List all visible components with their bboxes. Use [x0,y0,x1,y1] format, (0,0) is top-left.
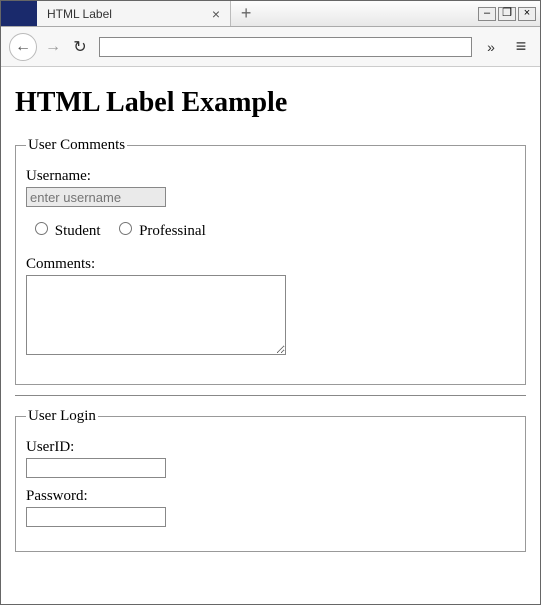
page-heading: HTML Label Example [15,87,526,119]
comments-label: Comments: [26,256,515,273]
comments-textarea[interactable] [26,275,286,355]
title-bar: HTML Label × + – ❐ × [1,1,540,27]
user-login-fieldset: User Login UserID: Password: [15,408,526,552]
reload-button[interactable]: ↻ [69,36,91,58]
user-comments-legend: User Comments [26,137,127,154]
professional-radio-label[interactable]: Professinal [139,223,206,239]
password-label: Password: [26,488,515,505]
browser-toolbar: ← → ↻ » ≡ [1,27,540,67]
user-comments-fieldset: User Comments Username: Student Professi… [15,137,526,385]
tab-title: HTML Label [47,7,112,21]
close-window-button[interactable]: × [518,7,536,21]
url-bar[interactable] [99,37,472,57]
maximize-button[interactable]: ❐ [498,7,516,21]
divider [15,395,526,396]
userid-label: UserID: [26,439,515,456]
user-login-legend: User Login [26,408,98,425]
titlebar-accent [1,1,37,26]
professional-radio[interactable] [119,222,132,235]
menu-button[interactable]: ≡ [510,36,532,57]
browser-tab[interactable]: HTML Label × [37,1,231,26]
username-input[interactable] [26,187,166,207]
username-label: Username: [26,168,515,185]
page-content: HTML Label Example User Comments Usernam… [1,67,540,572]
student-radio-label[interactable]: Student [55,223,101,239]
tab-close-icon[interactable]: × [212,6,220,22]
password-input[interactable] [26,507,166,527]
student-radio[interactable] [35,222,48,235]
overflow-button[interactable]: » [480,39,502,55]
browser-window: HTML Label × + – ❐ × ← → ↻ » ≡ HTML Labe… [0,0,541,605]
window-controls: – ❐ × [474,1,540,26]
back-icon: ← [15,38,31,56]
back-button[interactable]: ← [9,33,37,61]
userid-input[interactable] [26,458,166,478]
minimize-button[interactable]: – [478,7,496,21]
new-tab-button[interactable]: + [231,1,261,26]
forward-button[interactable]: → [45,38,61,56]
